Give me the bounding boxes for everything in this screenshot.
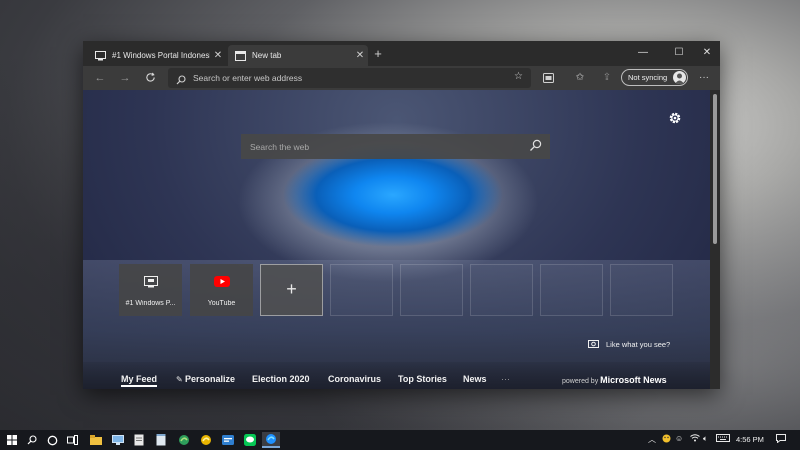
vertical-scrollbar[interactable]: [710, 90, 720, 389]
volume-icon[interactable]: 🔈︎: [703, 434, 708, 444]
tab-strip: #1 Windows Portal Indonesia ✕ New tab ✕ …: [83, 41, 720, 66]
powered-brand: Microsoft News: [600, 375, 667, 385]
edge-browser-window: #1 Windows Portal Indonesia ✕ New tab ✕ …: [83, 41, 720, 389]
forward-button[interactable]: →: [116, 69, 134, 87]
quick-link-tile[interactable]: YouTube: [190, 264, 253, 316]
wifi-icon[interactable]: [690, 434, 700, 444]
quick-link-label: YouTube: [207, 300, 236, 307]
feed-tab-top-stories[interactable]: Top Stories: [398, 374, 447, 384]
camera-icon: [588, 339, 599, 350]
action-center-icon[interactable]: [776, 434, 786, 445]
empty-quick-link-slot: [330, 264, 393, 316]
new-tab-page-icon: [234, 50, 246, 62]
plus-icon: +: [286, 279, 297, 299]
close-tab-icon[interactable]: ✕: [352, 50, 368, 61]
sync-button[interactable]: Not syncing: [621, 69, 688, 86]
windows-taskbar: ︿ ☺ 🔈︎ 4:56 PM: [0, 430, 800, 450]
tab-new-tab[interactable]: New tab ✕: [228, 45, 368, 66]
cortana-icon[interactable]: [44, 432, 60, 448]
navigation-bar: ← → Search or enter web address ☆ ✩ ⇪ No…: [83, 66, 720, 90]
close-window-button[interactable]: ✕: [694, 44, 720, 62]
empty-quick-link-slot: [400, 264, 463, 316]
document-icon[interactable]: [131, 432, 147, 448]
add-quick-link-button[interactable]: +: [260, 264, 323, 316]
quick-link-label: #1 Windows P...: [125, 300, 176, 307]
empty-quick-link-slot: [470, 264, 533, 316]
scrollbar-thumb[interactable]: [713, 94, 717, 244]
this-pc-icon[interactable]: [110, 432, 126, 448]
empty-quick-link-slot: [610, 264, 673, 316]
notepad-icon[interactable]: [153, 432, 169, 448]
monitor-icon: [143, 275, 159, 288]
tab-windows-portal[interactable]: #1 Windows Portal Indonesia ✕: [88, 45, 226, 66]
search-icon[interactable]: [529, 139, 542, 157]
empty-quick-link-slot: [540, 264, 603, 316]
tab-title: New tab: [252, 51, 282, 60]
news-feed-bar: My Feed ✎ Personalize Election 2020 Coro…: [83, 362, 710, 389]
show-hidden-icons-chevron[interactable]: ︿: [648, 434, 656, 445]
address-placeholder: Search or enter web address: [193, 73, 303, 83]
more-options-icon[interactable]: ···: [696, 70, 712, 86]
profile-avatar: [673, 71, 686, 84]
like-label: Like what you see?: [606, 340, 671, 349]
search-icon[interactable]: [24, 432, 40, 448]
taskbar-clock[interactable]: 4:56 PM: [736, 435, 764, 444]
maximize-button[interactable]: ☐: [666, 44, 692, 62]
edge-dev-icon[interactable]: [198, 432, 214, 448]
settings-gear-icon[interactable]: [668, 111, 682, 130]
feed-tab-coronavirus[interactable]: Coronavirus: [328, 374, 381, 384]
people-icon[interactable]: ☺: [675, 434, 683, 443]
emoji-tray-icon[interactable]: [662, 434, 671, 445]
file-explorer-icon[interactable]: [88, 432, 104, 448]
keyboard-icon[interactable]: [716, 434, 730, 444]
feed-tab-personalize[interactable]: Personalize: [185, 374, 235, 384]
immersive-reader-icon[interactable]: [540, 70, 556, 86]
chat-app-icon[interactable]: [220, 432, 236, 448]
pencil-icon: ✎: [176, 375, 183, 384]
feed-tab-news[interactable]: News: [463, 374, 487, 384]
minimize-button[interactable]: —: [630, 44, 656, 62]
sync-label: Not syncing: [628, 73, 668, 82]
like-background-link[interactable]: Like what you see?: [588, 339, 670, 350]
powered-by-label: powered by Microsoft News: [562, 375, 667, 385]
quick-link-tile[interactable]: #1 Windows P...: [119, 264, 182, 316]
back-button[interactable]: ←: [91, 69, 109, 87]
new-tab-button[interactable]: +: [370, 47, 386, 61]
close-tab-icon[interactable]: ✕: [210, 50, 226, 61]
youtube-icon: [214, 275, 230, 288]
powered-prefix: powered by: [562, 378, 599, 385]
feed-tab-my-feed[interactable]: My Feed: [121, 374, 158, 387]
task-view-icon[interactable]: [64, 432, 80, 448]
more-feed-tabs[interactable]: ···: [501, 374, 510, 384]
web-search-placeholder: Search the web: [250, 142, 310, 152]
refresh-button[interactable]: [141, 69, 159, 87]
start-button[interactable]: [4, 432, 20, 448]
edge-taskbar-button[interactable]: [262, 432, 280, 448]
tab-title: #1 Windows Portal Indonesia: [112, 51, 210, 60]
edge-beta-icon[interactable]: [176, 432, 192, 448]
web-search-box[interactable]: Search the web: [241, 134, 550, 159]
search-icon: [176, 72, 186, 90]
monitor-icon: [94, 50, 106, 62]
share-icon[interactable]: ⇪: [599, 70, 615, 86]
favorites-icon[interactable]: ✩: [572, 70, 588, 86]
new-tab-page: Search the web #1 Windows P... YouTube +: [83, 90, 710, 389]
line-app-icon[interactable]: [242, 432, 258, 448]
favorite-star-icon[interactable]: ☆: [514, 71, 523, 82]
feed-tab-election[interactable]: Election 2020: [252, 374, 310, 384]
address-bar[interactable]: Search or enter web address ☆: [168, 68, 531, 88]
